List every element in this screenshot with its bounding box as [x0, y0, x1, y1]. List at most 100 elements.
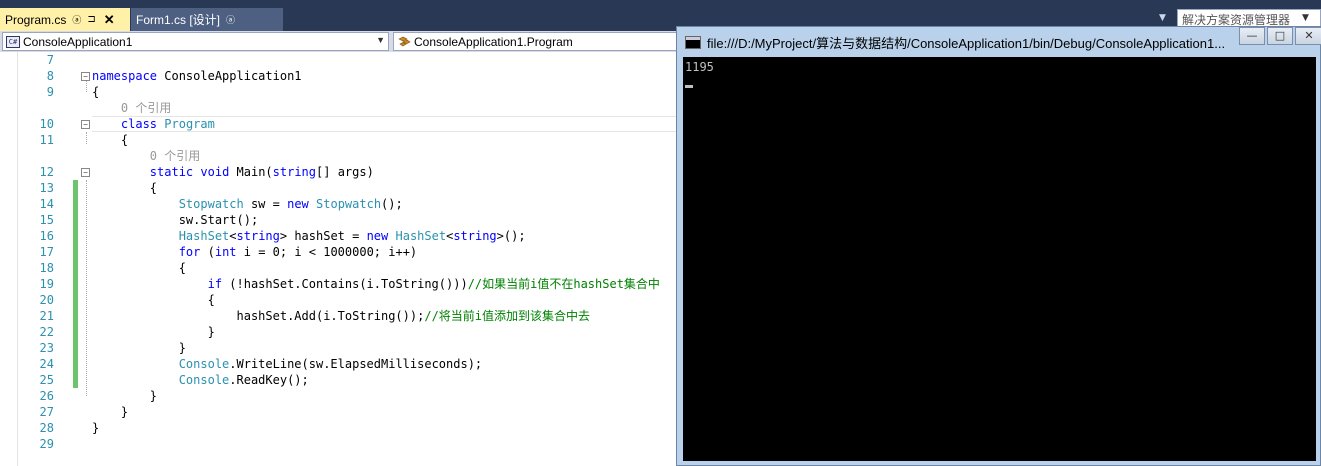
- line-number: 29: [39, 437, 54, 451]
- collapse-icon[interactable]: −: [81, 72, 90, 81]
- code-line[interactable]: 16 HashSet<string> hashSet = new HashSet…: [0, 228, 680, 244]
- codelens-reference[interactable]: 0 个引用: [92, 101, 171, 115]
- code-line[interactable]: 22 }: [0, 324, 680, 340]
- console-title: file:///D:/MyProject/算法与数据结构/ConsoleAppl…: [707, 36, 1226, 51]
- code-text: hashSet.Add(i.ToString());//将当前i值添加到该集合中…: [92, 308, 590, 324]
- code-text: sw.Start();: [92, 212, 258, 228]
- tab-label: Program.cs: [5, 12, 67, 27]
- code-line[interactable]: 9{: [0, 84, 680, 100]
- tab-form1-designer[interactable]: Form1.cs [设计] ⓐ: [131, 8, 283, 31]
- line-number: 20: [39, 293, 54, 307]
- code-token: }: [92, 325, 215, 339]
- code-line[interactable]: 17 for (int i = 0; i < 1000000; i++): [0, 244, 680, 260]
- collapse-icon[interactable]: −: [81, 168, 90, 177]
- code-text: static void Main(string[] args): [92, 164, 374, 180]
- line-number: 21: [39, 309, 54, 323]
- line-number: 12: [39, 165, 54, 179]
- code-line[interactable]: 26 }: [0, 388, 680, 404]
- console-window[interactable]: file:///D:/MyProject/算法与数据结构/ConsoleAppl…: [676, 26, 1321, 466]
- code-token: {: [92, 85, 100, 99]
- keyword-token: namespace: [92, 69, 158, 83]
- code-token: {: [92, 133, 129, 147]
- console-output: 1195: [685, 60, 714, 74]
- chevron-down-icon[interactable]: ▼: [1302, 13, 1309, 23]
- code-text: 0 个引用: [92, 100, 171, 116]
- comment-token: //如果当前i值不在hashSet集合中: [467, 277, 660, 291]
- console-app-icon: [685, 36, 701, 49]
- code-token: <: [229, 229, 237, 243]
- solution-explorer-label: 解决方案资源管理器: [1182, 12, 1291, 27]
- code-line[interactable]: 23 }: [0, 340, 680, 356]
- code-text: for (int i = 0; i < 1000000; i++): [92, 244, 417, 260]
- keyword-token: new: [287, 197, 309, 211]
- code-line[interactable]: 28}: [0, 420, 680, 436]
- project-dropdown[interactable]: C# ConsoleApplication1 ▼: [2, 32, 389, 51]
- code-token: .WriteLine(sw.ElapsedMilliseconds);: [229, 357, 483, 371]
- code-line[interactable]: 15 sw.Start();: [0, 212, 680, 228]
- code-line[interactable]: 12 − static void Main(string[] args): [0, 164, 680, 180]
- project-dropdown-value: ConsoleApplication1: [23, 34, 133, 49]
- collapse-icon[interactable]: −: [81, 120, 90, 129]
- code-line[interactable]: 11 {: [0, 132, 680, 148]
- close-icon[interactable]: ✕: [104, 12, 115, 28]
- code-token: [] args): [316, 165, 374, 179]
- console-output-area[interactable]: 1195: [683, 57, 1316, 461]
- maximize-button[interactable]: □: [1267, 27, 1293, 45]
- code-line[interactable]: 21 hashSet.Add(i.ToString());//将当前i值添加到该…: [0, 308, 680, 324]
- code-line[interactable]: 13 {: [0, 180, 680, 196]
- codelens-reference[interactable]: 0 个引用: [92, 149, 200, 163]
- line-number: 18: [39, 261, 54, 275]
- pushpin-icon[interactable]: ⊐: [87, 14, 95, 25]
- code-text: {: [92, 84, 99, 100]
- code-text: class Program: [92, 116, 215, 132]
- code-line[interactable]: 18 {: [0, 260, 680, 276]
- code-token: .ReadKey();: [229, 373, 309, 387]
- type-dropdown[interactable]: ConsoleApplication1.Program: [393, 32, 683, 51]
- keyword-token: int: [214, 245, 237, 259]
- tab-dropdown-chevron-down-icon[interactable]: ▼: [1159, 13, 1166, 23]
- keyword-token: void: [200, 165, 230, 179]
- code-text: {: [92, 292, 215, 308]
- code-text: }: [92, 324, 215, 340]
- code-line[interactable]: 8 − namespace ConsoleApplication1: [0, 68, 680, 84]
- code-line[interactable]: 10 − class Program: [0, 116, 680, 132]
- tab-label: Form1.cs [设计]: [136, 13, 221, 27]
- code-token: {: [92, 293, 215, 307]
- code-line[interactable]: 25 Console.ReadKey();: [0, 372, 680, 388]
- keyword-token: string: [272, 165, 317, 179]
- code-text: {: [92, 132, 128, 148]
- code-line[interactable]: 7: [0, 52, 680, 68]
- code-line[interactable]: 29: [0, 436, 680, 452]
- lock-icon: ⓐ: [72, 15, 82, 25]
- close-button[interactable]: ✕: [1295, 27, 1321, 45]
- code-text: Console.WriteLine(sw.ElapsedMilliseconds…: [92, 356, 482, 372]
- minimize-button[interactable]: —: [1239, 27, 1265, 45]
- code-line[interactable]: 20 {: [0, 292, 680, 308]
- csharp-project-icon: C#: [6, 35, 20, 48]
- code-line[interactable]: 19 if (!hashSet.Contains(i.ToString()))/…: [0, 276, 680, 292]
- code-token: Main(: [229, 165, 273, 179]
- code-text: if (!hashSet.Contains(i.ToString()))//如果…: [92, 276, 660, 292]
- keyword-token: string: [453, 229, 497, 243]
- console-titlebar[interactable]: file:///D:/MyProject/算法与数据结构/ConsoleAppl…: [677, 27, 1321, 57]
- code-line[interactable]: 27 }: [0, 404, 680, 420]
- code-token: i = 0; i < 1000000; i++): [236, 245, 418, 259]
- line-number: 10: [39, 117, 54, 131]
- type-token: Console: [178, 357, 230, 371]
- code-line[interactable]: 0 个引用: [0, 100, 680, 116]
- code-line[interactable]: 14 Stopwatch sw = new Stopwatch();: [0, 196, 680, 212]
- code-line[interactable]: 24 Console.WriteLine(sw.ElapsedMilliseco…: [0, 356, 680, 372]
- type-token: Stopwatch: [316, 197, 382, 211]
- tab-program-cs[interactable]: Program.cs ⓐ ⊐ ✕: [0, 8, 130, 31]
- code-text: }: [92, 404, 128, 420]
- code-line[interactable]: 0 个引用: [0, 148, 680, 164]
- keyword-token: new: [366, 229, 389, 243]
- code-text: HashSet<string> hashSet = new HashSet<st…: [92, 228, 526, 244]
